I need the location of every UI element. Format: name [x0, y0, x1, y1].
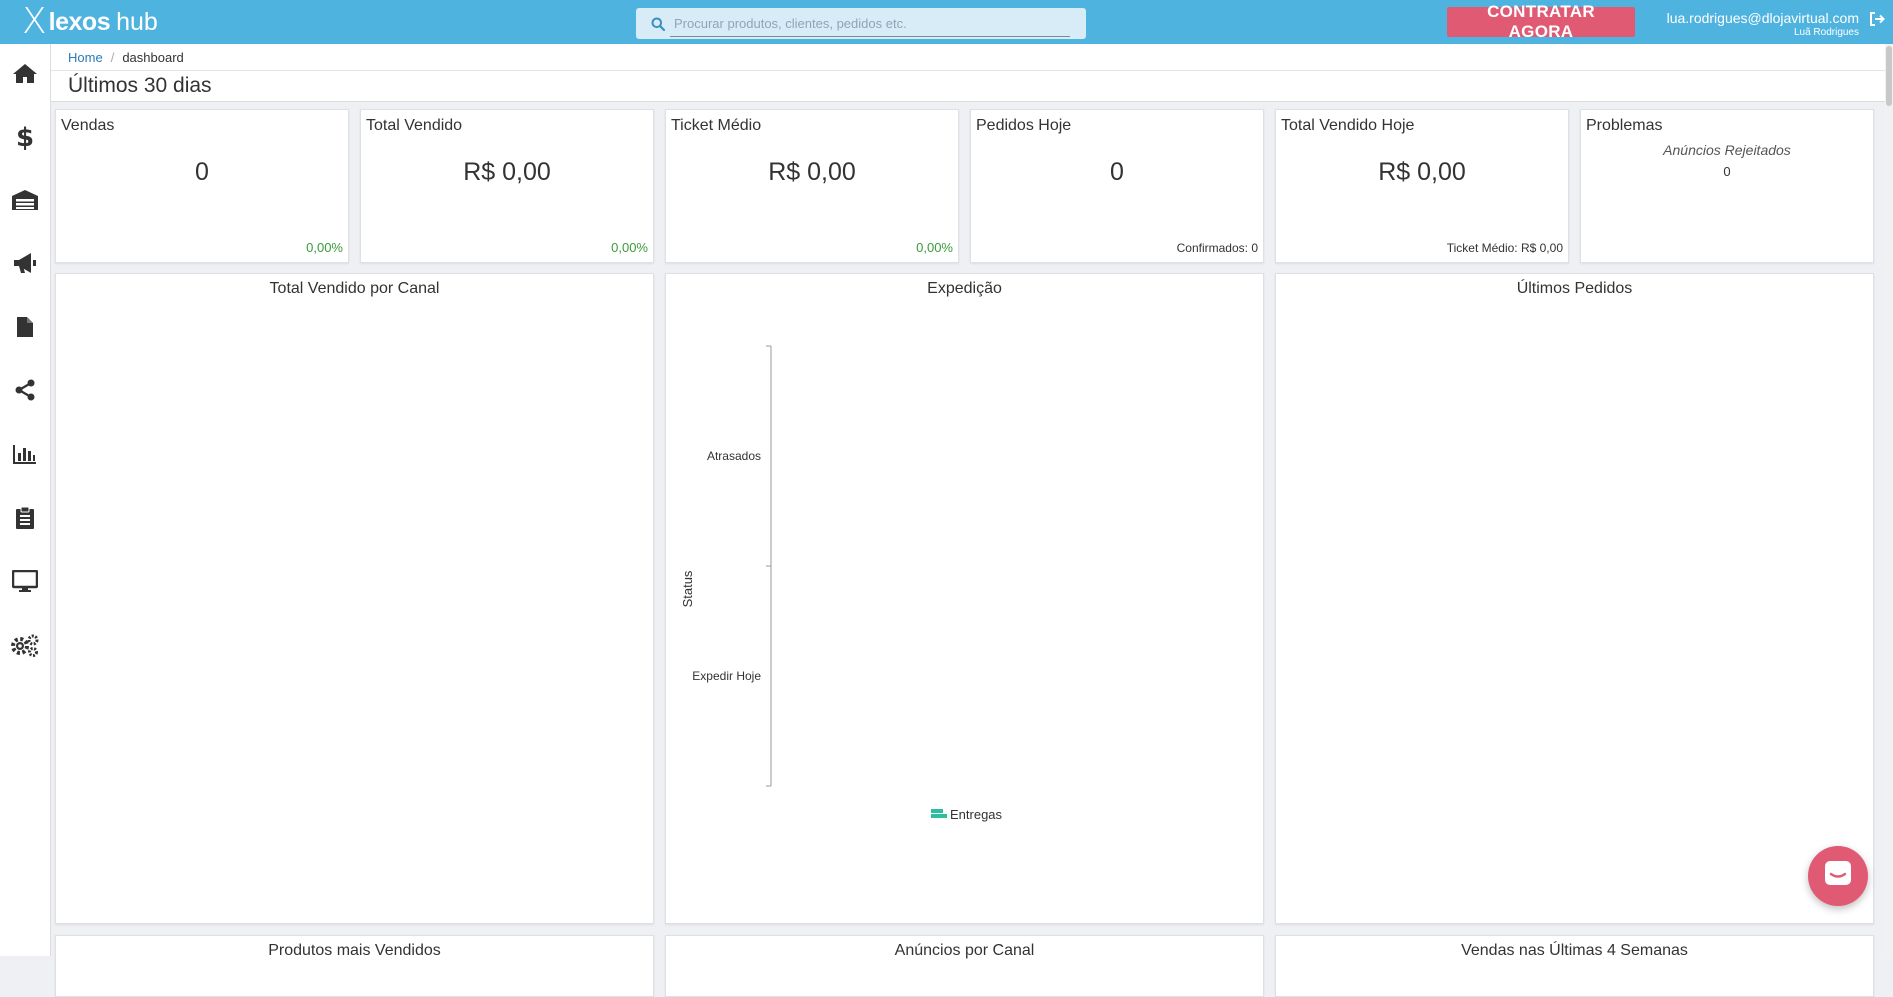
- user-email: lua.rodrigues@dlojavirtual.com: [1666, 10, 1859, 26]
- y-axis-label: Status: [680, 570, 695, 607]
- stat-card-problemas: Problemas Anúncios Rejeitados 0: [1580, 109, 1874, 263]
- logout-icon[interactable]: [1869, 12, 1885, 31]
- legend: Entregas: [931, 807, 1003, 822]
- panel-title: Anúncios por Canal: [894, 942, 1035, 959]
- document-icon: [16, 316, 34, 343]
- sidebar-item-marketing[interactable]: [0, 245, 50, 285]
- search-input[interactable]: [672, 8, 1086, 39]
- sidebar-item-settings[interactable]: [0, 627, 50, 667]
- stat-title: Problemas: [1586, 117, 1663, 134]
- y-axis: [766, 345, 772, 787]
- page-scrollbar[interactable]: [1885, 44, 1893, 956]
- clipboard-icon: [15, 506, 35, 535]
- stat-card-total-vendido: Total Vendido R$ 0,00 0,00%: [360, 109, 654, 263]
- stat-footer: Confirmados: 0: [1176, 241, 1258, 255]
- breadcrumb-separator: /: [110, 50, 115, 65]
- breadcrumb-home-link[interactable]: Home: [68, 50, 103, 65]
- stat-value: R$ 0,00: [1378, 158, 1466, 186]
- sidebar-item-tasks[interactable]: [0, 500, 50, 540]
- stat-percent: 0,00%: [916, 240, 953, 255]
- monitor-icon: [11, 569, 39, 597]
- stat-value: R$ 0,00: [463, 158, 551, 186]
- stat-title: Total Vendido: [366, 117, 463, 134]
- search-underline: [670, 36, 1070, 37]
- panel-title: Expedição: [927, 280, 1002, 297]
- legend-label: Entregas: [950, 807, 1003, 822]
- sidebar-item-reports[interactable]: [0, 436, 50, 476]
- stat-footer: Ticket Médio: R$ 0,00: [1446, 241, 1563, 255]
- stat-card-vendas: Vendas 0 0,00%: [55, 109, 349, 263]
- stat-title: Vendas: [61, 117, 115, 134]
- tick-label: Atrasados: [707, 449, 761, 463]
- warehouse-icon: [11, 189, 39, 216]
- logo-mark: X: [22, 1, 47, 42]
- sidebar: $: [0, 44, 51, 956]
- search-icon: [644, 17, 672, 31]
- stat-title: Ticket Médio: [671, 117, 762, 134]
- search-box: [636, 8, 1086, 39]
- problem-subtitle: Anúncios Rejeitados: [1663, 142, 1791, 158]
- megaphone-icon: [12, 252, 38, 279]
- stat-value: 0: [1110, 158, 1124, 186]
- breadcrumb-bar: Home / dashboard: [51, 44, 1885, 71]
- page-title: Últimos 30 dias: [68, 74, 212, 97]
- panel-total-vendido-por-canal: Total Vendido por Canal: [55, 273, 654, 924]
- top-bar: X lexos hub CONTRATAR AGORA lua.rodrigue…: [0, 0, 1893, 44]
- sidebar-item-documents[interactable]: [0, 309, 50, 349]
- sidebar-item-warehouse[interactable]: [0, 182, 50, 222]
- sidebar-item-integrations[interactable]: [0, 372, 50, 412]
- user-menu[interactable]: lua.rodrigues@dlojavirtual.com Luã Rodri…: [1667, 10, 1859, 40]
- share-icon: [14, 379, 36, 406]
- panel-anuncios-por-canal: Anúncios por Canal: [665, 935, 1264, 997]
- sidebar-item-home[interactable]: [0, 55, 50, 95]
- breadcrumb-current: dashboard: [122, 50, 184, 65]
- bar-chart-icon: [13, 444, 37, 469]
- legend-swatch: [931, 809, 943, 813]
- sidebar-item-finance[interactable]: $: [0, 118, 50, 158]
- stat-percent: 0,00%: [611, 240, 648, 255]
- stat-percent: 0,00%: [306, 240, 343, 255]
- stat-title: Pedidos Hoje: [976, 117, 1072, 134]
- expedicao-chart: Status Atrasados Expedir Hoje Entregas: [680, 345, 1003, 822]
- app-logo[interactable]: X lexos hub: [22, 1, 158, 42]
- dollar-icon: $: [15, 123, 35, 153]
- stat-value: 0: [195, 158, 209, 186]
- chat-button[interactable]: [1808, 846, 1868, 906]
- gears-icon: [10, 633, 40, 662]
- panel-title: Últimos Pedidos: [1516, 280, 1633, 297]
- title-bar: Últimos 30 dias: [51, 71, 1885, 102]
- stat-title: Total Vendido Hoje: [1281, 117, 1415, 134]
- panel-ultimos-pedidos: Últimos Pedidos: [1275, 273, 1874, 924]
- tick-labels: Atrasados Expedir Hoje: [692, 449, 761, 683]
- panel-produtos-mais-vendidos: Produtos mais Vendidos: [55, 935, 654, 997]
- legend-swatch-lower: [931, 814, 947, 818]
- stat-card-ticket-medio: Ticket Médio R$ 0,00 0,00%: [665, 109, 959, 263]
- logo-name: lexos: [48, 7, 111, 36]
- main-content: Home / dashboard Últimos 30 dias Vendas 0 …: [51, 44, 1885, 997]
- contract-now-button[interactable]: CONTRATAR AGORA: [1447, 2, 1635, 41]
- user-name: Luã Rodrigues: [1793, 27, 1859, 38]
- breadcrumb: Home / dashboard: [68, 50, 184, 65]
- tick-label: Expedir Hoje: [692, 669, 761, 683]
- home-icon: [12, 62, 38, 89]
- stat-card-pedidos-hoje: Pedidos Hoje 0 Confirmados: 0: [970, 109, 1264, 263]
- panel-title: Total Vendido por Canal: [269, 280, 440, 297]
- panel-title: Vendas nas Últimas 4 Semanas: [1461, 942, 1688, 959]
- problem-value: 0: [1723, 164, 1731, 179]
- stat-value: R$ 0,00: [768, 158, 856, 186]
- scrollbar-thumb[interactable]: [1886, 46, 1892, 106]
- stat-card-total-vendido-hoje: Total Vendido Hoje R$ 0,00 Ticket Médio:…: [1275, 109, 1569, 263]
- sidebar-item-storefront[interactable]: [0, 563, 50, 603]
- logo-suffix: hub: [116, 7, 158, 36]
- chat-icon: [1823, 859, 1853, 894]
- panel-title: Produtos mais Vendidos: [268, 942, 441, 959]
- panel-expedicao: Expedição Status Atrasados Expedir Hoje E…: [665, 273, 1264, 924]
- panel-vendas-ultimas-4-semanas: Vendas nas Últimas 4 Semanas: [1275, 935, 1874, 997]
